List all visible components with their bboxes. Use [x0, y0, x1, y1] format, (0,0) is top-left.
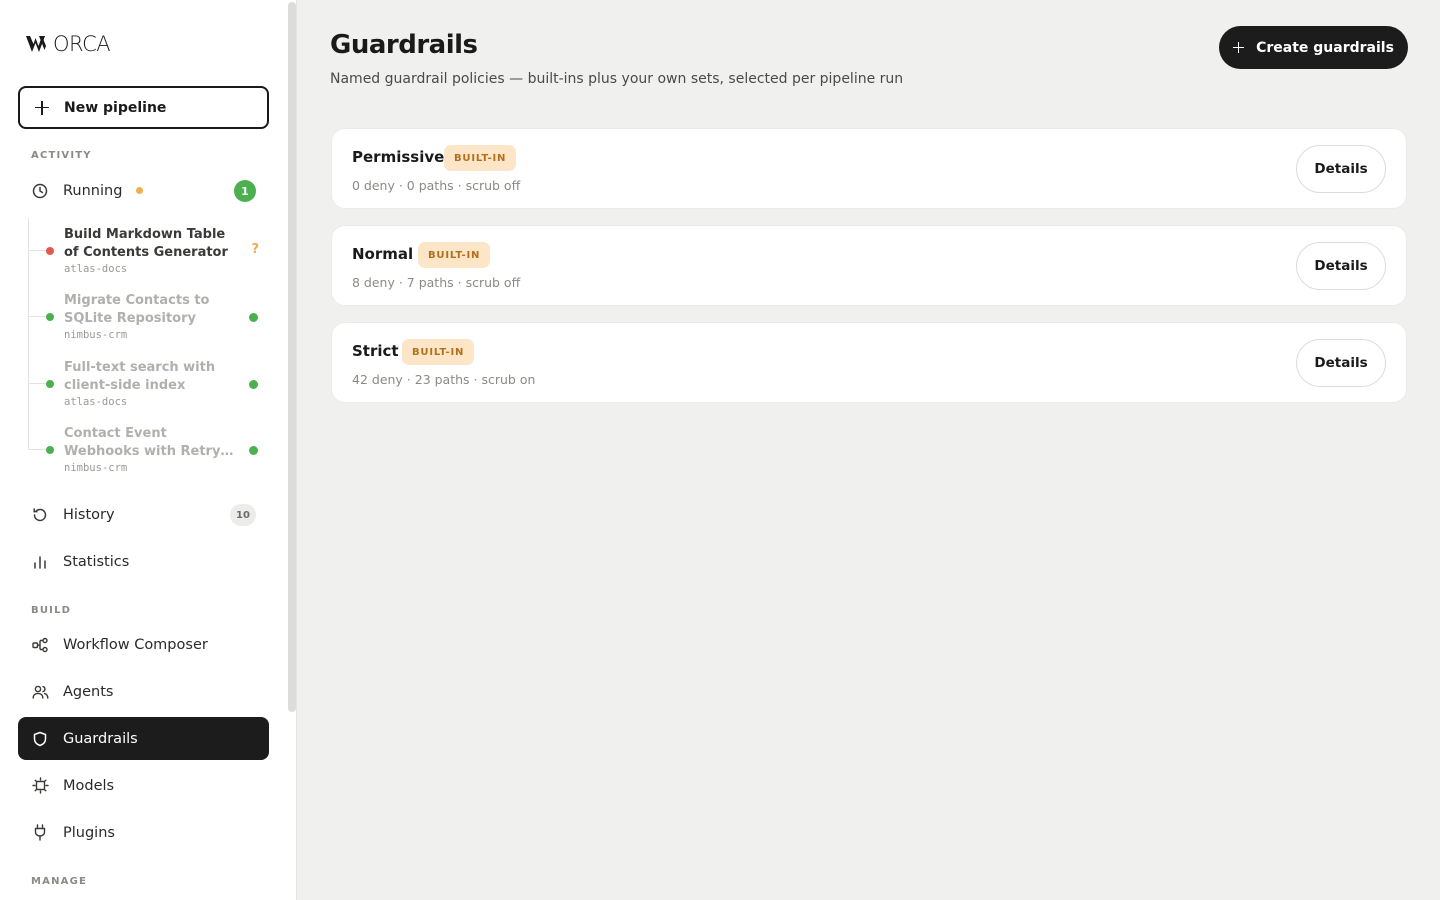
bar-chart-icon [31, 553, 49, 571]
sidebar-item-label: Workflow Composer [63, 636, 208, 653]
section-label-manage: MANAGE [31, 876, 88, 887]
plus-icon [34, 100, 50, 116]
running-count-badge: 1 [234, 180, 256, 202]
details-button[interactable]: Details [1296, 339, 1386, 387]
run-item[interactable]: Contact Event Webhooks with Retry… nimbu… [28, 425, 268, 479]
run-item[interactable]: Build Markdown Table of Contents Generat… [28, 226, 268, 280]
sidebar-item-label: Agents [63, 683, 114, 700]
sidebar-item-label: Running [63, 182, 123, 199]
logo-text: ORCA [53, 32, 111, 56]
sidebar-item-label: Guardrails [63, 730, 138, 747]
sidebar-scrollbar[interactable] [287, 0, 296, 900]
status-dot-ok [46, 313, 54, 321]
app-logo[interactable]: ORCA [26, 32, 111, 56]
run-item[interactable]: Full-text search with client-side index … [28, 359, 268, 413]
run-project: atlas-docs [64, 396, 128, 408]
sidebar-item-plugins[interactable]: Plugins [18, 811, 269, 854]
guardrail-meta: 42 deny · 23 paths · scrub on [352, 372, 536, 387]
sidebar-item-statistics[interactable]: Statistics [18, 540, 269, 583]
status-dot [249, 313, 258, 322]
sidebar-item-label: History [63, 506, 115, 523]
status-dot-ok [46, 446, 54, 454]
details-button[interactable]: Details [1296, 242, 1386, 290]
run-title: Migrate Contacts to SQLite Repository [64, 293, 210, 326]
guardrail-card-permissive: Permissive BUILT-IN 0 deny · 0 paths · s… [331, 128, 1407, 209]
clock-icon [31, 182, 49, 200]
built-in-badge: BUILT-IN [402, 339, 475, 365]
guardrail-meta: 8 deny · 7 paths · scrub off [352, 275, 521, 290]
run-title: Contact Event Webhooks with Retry… [64, 426, 234, 459]
logo-mark-icon [26, 36, 46, 52]
chip-icon [31, 777, 49, 795]
details-button[interactable]: Details [1296, 145, 1386, 193]
users-icon [31, 683, 49, 701]
guardrail-card-strict: Strict BUILT-IN 42 deny · 23 paths · scr… [331, 322, 1407, 403]
status-dot-error [46, 247, 54, 255]
main-content: Guardrails Named guardrail policies — bu… [298, 0, 1440, 900]
create-guardrails-button[interactable]: Create guardrails [1219, 26, 1408, 69]
run-project: nimbus-crm [64, 329, 128, 341]
guardrail-name: Permissive [352, 148, 445, 166]
run-project: nimbus-crm [64, 462, 128, 474]
shield-icon [31, 730, 49, 748]
sidebar-item-label: Plugins [63, 824, 115, 841]
new-pipeline-button[interactable]: New pipeline [18, 86, 269, 129]
guardrail-name: Normal [352, 245, 414, 263]
sidebar-item-running[interactable]: Running 1 [18, 169, 269, 212]
question-icon: ? [251, 242, 259, 257]
run-project: atlas-docs [64, 263, 128, 275]
status-dot [249, 380, 258, 389]
run-title: Full-text search with client-side index [64, 360, 216, 393]
workflow-icon [31, 636, 49, 654]
sidebar-item-agents[interactable]: Agents [18, 670, 269, 713]
run-title: Build Markdown Table of Contents Generat… [64, 227, 228, 260]
plug-icon [31, 824, 49, 842]
run-item[interactable]: Migrate Contacts to SQLite Repository ni… [28, 292, 268, 346]
new-pipeline-label: New pipeline [64, 99, 167, 116]
sidebar-item-models[interactable]: Models [18, 764, 269, 807]
history-icon [31, 506, 49, 524]
section-label-activity: ACTIVITY [31, 150, 92, 161]
sidebar-item-workflow-composer[interactable]: Workflow Composer [18, 623, 269, 666]
running-indicator [136, 187, 144, 194]
guardrail-meta: 0 deny · 0 paths · scrub off [352, 178, 521, 193]
status-dot [249, 446, 258, 455]
page-title: Guardrails [330, 30, 478, 60]
sidebar-item-history[interactable]: History 10 [18, 493, 269, 536]
status-dot-ok [46, 380, 54, 388]
history-count-badge: 10 [230, 504, 256, 526]
create-guardrails-label: Create guardrails [1256, 39, 1394, 56]
sidebar-item-label: Models [63, 777, 115, 794]
guardrail-name: Strict [352, 342, 399, 360]
sidebar-item-label: Statistics [63, 553, 130, 570]
sidebar-scroll-thumb[interactable] [288, 2, 296, 712]
page-subtitle: Named guardrail policies — built-ins plu… [330, 71, 904, 87]
sidebar: ORCA New pipeline ACTIVITY Running 1 Bui… [0, 0, 297, 900]
built-in-badge: BUILT-IN [444, 145, 517, 171]
built-in-badge: BUILT-IN [418, 242, 491, 268]
plus-icon [1233, 42, 1245, 53]
sidebar-item-guardrails[interactable]: Guardrails [18, 717, 269, 760]
section-label-build: BUILD [31, 605, 72, 616]
guardrail-card-normal: Normal BUILT-IN 8 deny · 7 paths · scrub… [331, 225, 1407, 306]
